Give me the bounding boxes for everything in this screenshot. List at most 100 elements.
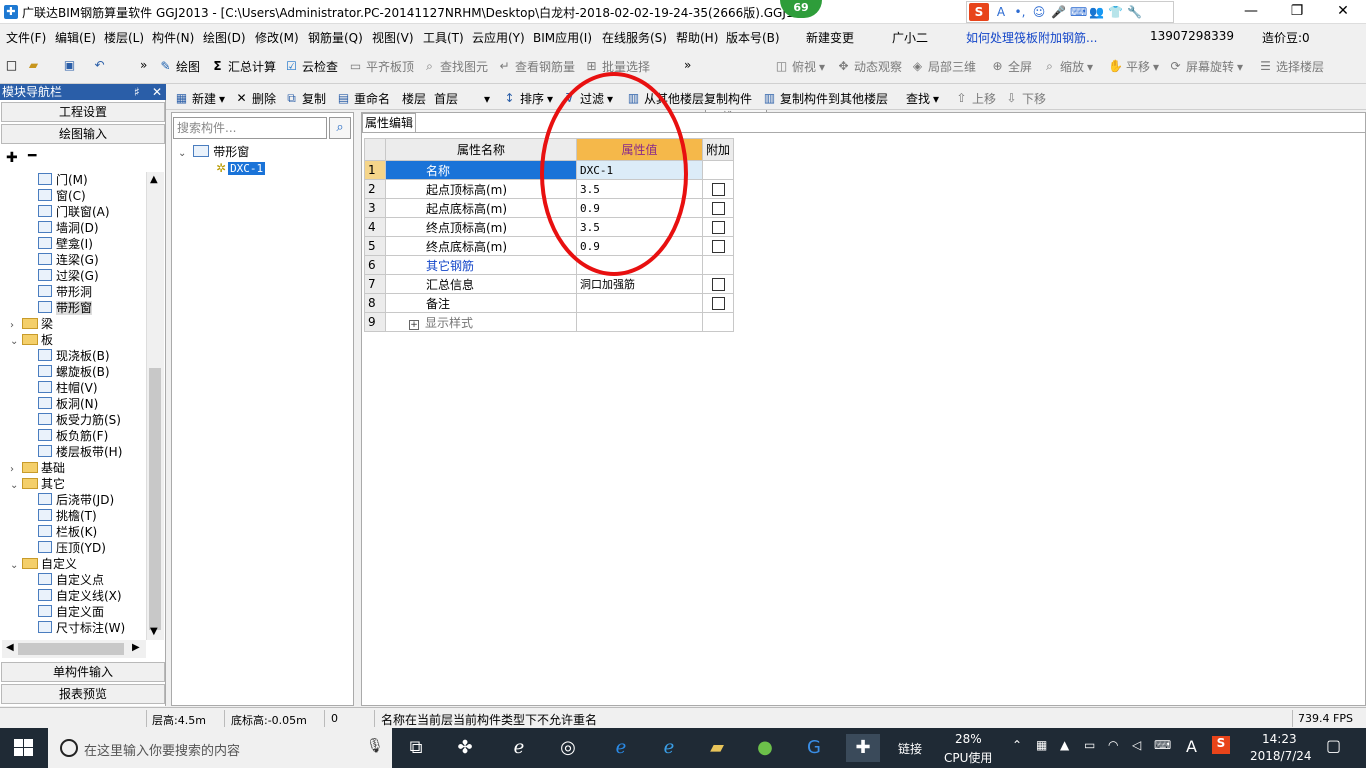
project-settings-button[interactable]: 工程设置 xyxy=(1,102,165,122)
nav-tree-item[interactable]: 带形洞 xyxy=(38,284,92,300)
rename-button[interactable]: ▤ 重命名 xyxy=(336,90,390,107)
tray-expand-icon[interactable]: ⌃ xyxy=(1012,738,1022,752)
app-g-icon[interactable]: G xyxy=(800,734,828,762)
scroll-thumb[interactable] xyxy=(149,368,161,630)
menu-file[interactable]: 文件(F) xyxy=(6,29,46,46)
single-component-input-button[interactable]: 单构件输入 xyxy=(1,662,165,682)
nav-tree-item[interactable]: 挑檐(T) xyxy=(38,508,97,524)
find-element-button[interactable]: ⌕ 查找图元 xyxy=(422,58,488,75)
ime-lang-icon[interactable]: A xyxy=(994,5,1008,19)
property-value[interactable] xyxy=(576,312,703,332)
minimize-button[interactable]: — xyxy=(1228,0,1274,24)
report-preview-button[interactable]: 报表预览 xyxy=(1,684,165,704)
property-extra-cell[interactable] xyxy=(701,255,735,275)
expand-plus-icon[interactable]: + xyxy=(409,319,419,330)
tray-link[interactable]: 链接 xyxy=(898,740,922,757)
append-checkbox[interactable] xyxy=(711,183,725,196)
collapse-all-icon[interactable]: ━ xyxy=(28,148,36,164)
menu-guangxiaoer[interactable]: 广小二 xyxy=(892,29,928,46)
windows-start-icon[interactable] xyxy=(14,739,34,757)
fullscreen-button[interactable]: ⊕ 全屏 xyxy=(990,58,1032,75)
nav-tree-item[interactable]: 楼层板带(H) xyxy=(38,444,122,460)
nav-tree-item[interactable]: ⌄ 其它 xyxy=(10,476,65,492)
tree-collapse-icon[interactable]: ⌄ xyxy=(178,148,186,159)
append-checkbox[interactable] xyxy=(711,221,725,234)
property-row[interactable]: 9 + 显示样式 xyxy=(364,312,735,332)
tree-expander-icon[interactable]: ⌄ xyxy=(10,478,20,494)
new-file-button[interactable]: □ xyxy=(4,58,19,73)
property-extra-cell[interactable] xyxy=(701,179,735,199)
property-row[interactable]: 8 备注 xyxy=(364,293,735,313)
wifi-icon[interactable]: ◠ xyxy=(1108,738,1118,752)
component-root-node[interactable]: ⌄ 带形窗 xyxy=(178,144,249,160)
file-explorer-icon[interactable]: ▰ xyxy=(703,734,731,762)
action-center-icon[interactable]: ▢ xyxy=(1326,736,1341,755)
app-fan-icon[interactable]: ✤ xyxy=(451,734,479,762)
menu-draw[interactable]: 绘图(D) xyxy=(203,29,246,46)
ime-settings-icon[interactable]: 🔧 xyxy=(1127,5,1142,19)
tree-expander-icon[interactable]: ⌄ xyxy=(10,558,20,574)
app-green-icon[interactable]: ● xyxy=(751,734,779,762)
nav-tree-item[interactable]: 壁龛(I) xyxy=(38,236,93,252)
nav-tree-item[interactable]: 自定义线(X) xyxy=(38,588,122,604)
property-extra-cell[interactable] xyxy=(701,160,735,180)
clock-time[interactable]: 14:23 xyxy=(1262,732,1297,746)
menu-online[interactable]: 在线服务(S) xyxy=(602,29,667,46)
menu-tools[interactable]: 工具(T) xyxy=(423,29,464,46)
menu-component[interactable]: 构件(N) xyxy=(152,29,194,46)
property-row[interactable]: 7 汇总信息 洞口加强筋 xyxy=(364,274,735,294)
nav-tree[interactable]: 门(M) 窗(C) 门联窗(A) 墙洞(D) 壁龛(I) 连梁(G) 过梁(G) 带形洞 带形窗… xyxy=(2,172,146,642)
sogou-logo-icon[interactable]: S xyxy=(969,3,989,21)
draw-button[interactable]: ✎ 绘图 xyxy=(158,58,200,75)
nav-tree-item[interactable]: 压顶(YD) xyxy=(38,540,106,556)
menu-cloud[interactable]: 云应用(Y) xyxy=(472,29,525,46)
nav-tree-item[interactable]: 栏板(K) xyxy=(38,524,97,540)
property-extra-cell[interactable] xyxy=(701,293,735,313)
nav-tree-item[interactable]: 连梁(G) xyxy=(38,252,99,268)
menu-rebar[interactable]: 钢筋量(Q) xyxy=(308,29,363,46)
undo-button[interactable]: ↶ xyxy=(92,58,107,73)
close-button[interactable]: ✕ xyxy=(1320,0,1366,24)
property-extra-cell[interactable] xyxy=(701,236,735,256)
ime-users-icon[interactable]: 👥 xyxy=(1089,5,1104,19)
nav-tree-item[interactable]: 尺寸标注(W) xyxy=(38,620,125,636)
property-value[interactable]: 洞口加强筋 xyxy=(576,274,703,294)
toolbar-overflow-icon[interactable]: » xyxy=(140,58,147,72)
flat-board-top-button[interactable]: ▭ 平齐板顶 xyxy=(348,58,414,75)
append-checkbox[interactable] xyxy=(711,240,725,253)
menu-version[interactable]: 版本号(B) xyxy=(726,29,780,46)
help-link[interactable]: 如何处理筏板附加钢筋... xyxy=(966,29,1097,46)
ime-punct-icon[interactable]: •, xyxy=(1013,5,1027,19)
nav-tree-item[interactable]: › 基础 xyxy=(10,460,65,476)
nav-tree-item[interactable]: 螺旋板(B) xyxy=(38,364,110,380)
dynamic-observe-button[interactable]: ✥ 动态观察 xyxy=(836,58,902,75)
tray-app-icon[interactable]: ▦ xyxy=(1036,738,1047,752)
nav-tree-item[interactable]: 现浇板(B) xyxy=(38,348,110,364)
property-row[interactable]: 6 其它钢筋 xyxy=(364,255,735,275)
property-name[interactable]: 终点底标高(m) xyxy=(385,236,577,256)
glodon-app-icon[interactable]: ✚ xyxy=(846,734,880,762)
nav-tree-item[interactable]: 自定义面 xyxy=(38,604,104,620)
move-up-button[interactable]: ⇧ 上移 xyxy=(954,90,996,107)
property-extra-cell[interactable] xyxy=(701,274,735,294)
nav-tree-item[interactable]: ⌄ 自定义 xyxy=(10,556,77,572)
nav-tree-item[interactable]: 板洞(N) xyxy=(38,396,98,412)
component-search-input[interactable]: 搜索构件... xyxy=(173,117,327,139)
ie-browser-icon[interactable]: ℯ xyxy=(505,734,533,762)
new-component-button[interactable]: ▦ 新建 ▾ xyxy=(174,90,225,107)
nav-tree-item[interactable]: 门(M) xyxy=(38,172,88,188)
nav-tree-item[interactable]: 门联窗(A) xyxy=(38,204,110,220)
menu-bim[interactable]: BIM应用(I) xyxy=(533,29,592,46)
menu-edit[interactable]: 编辑(E) xyxy=(55,29,96,46)
copy-button[interactable]: ⧉ 复制 xyxy=(284,90,326,107)
menu-new-change[interactable]: 新建变更 xyxy=(806,29,854,46)
append-checkbox[interactable] xyxy=(711,202,725,215)
property-row[interactable]: 5 终点底标高(m) 0.9 xyxy=(364,236,735,256)
property-extra-cell[interactable] xyxy=(701,198,735,218)
save-button[interactable]: ▣ xyxy=(62,58,77,73)
nav-tree-item[interactable]: 柱帽(V) xyxy=(38,380,98,396)
tray-device-icon[interactable]: ▭ xyxy=(1084,738,1095,752)
move-down-button[interactable]: ⇩ 下移 xyxy=(1004,90,1046,107)
drawing-input-button[interactable]: 绘图输入 xyxy=(1,124,165,144)
scroll-up-icon[interactable]: ▲ xyxy=(150,174,158,185)
